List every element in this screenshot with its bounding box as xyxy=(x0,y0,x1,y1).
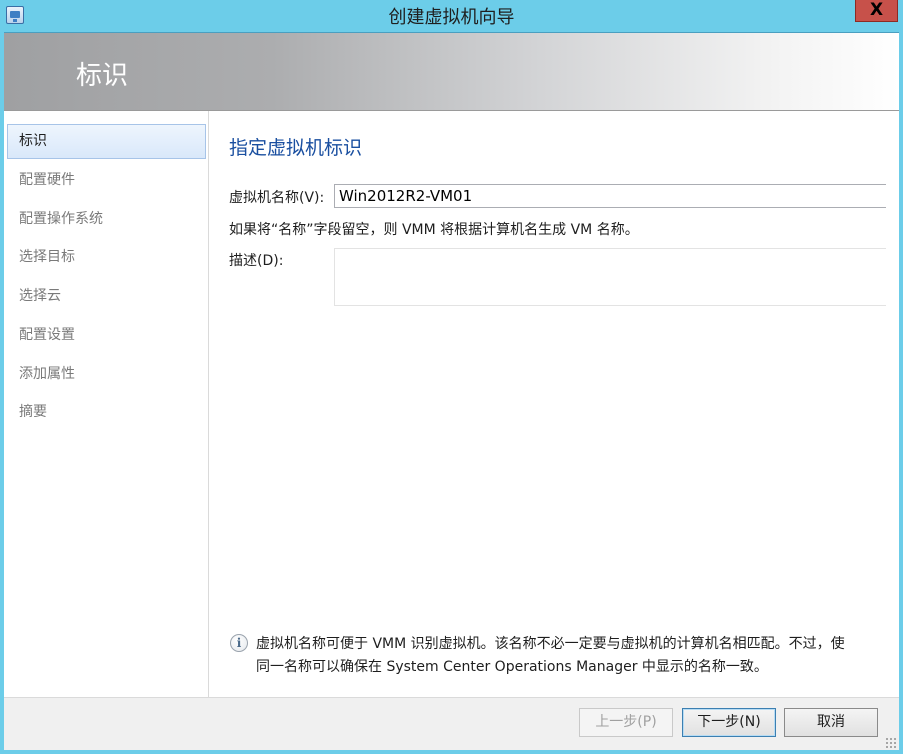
close-button[interactable]: X xyxy=(855,0,898,22)
wizard-footer: 上一步(P) 下一步(N) 取消 xyxy=(4,697,899,750)
vm-name-hint: 如果将“名称”字段留空，则 VMM 将根据计算机名生成 VM 名称。 xyxy=(229,222,639,238)
wizard-content: 指定虚拟机标识 虚拟机名称(V): 如果将“名称”字段留空，则 VMM 将根据计… xyxy=(209,111,899,697)
step-configure-os[interactable]: 配置操作系统 xyxy=(7,202,206,237)
section-heading: 指定虚拟机标识 xyxy=(229,137,363,159)
back-button[interactable]: 上一步(P) xyxy=(579,708,673,737)
step-configure-settings[interactable]: 配置设置 xyxy=(7,318,206,353)
description-input[interactable] xyxy=(334,248,886,306)
wizard-banner: 标识 xyxy=(4,33,899,111)
cancel-button[interactable]: 取消 xyxy=(784,708,878,737)
info-text: 虚拟机名称可便于 VMM 识别虚拟机。该名称不必一定要与虚拟机的计算机名相匹配。… xyxy=(256,633,879,679)
vm-name-input[interactable] xyxy=(334,184,886,208)
description-label: 描述(D): xyxy=(229,253,284,269)
banner-title: 标识 xyxy=(76,61,129,91)
title-bar: 创建虚拟机向导 X xyxy=(0,0,903,32)
step-add-properties[interactable]: 添加属性 xyxy=(7,357,206,392)
step-select-destination[interactable]: 选择目标 xyxy=(7,240,206,275)
step-summary[interactable]: 摘要 xyxy=(7,395,206,430)
info-text-line: 同一名称可以确保在 System Center Operations Manag… xyxy=(256,659,768,675)
window-title: 创建虚拟机向导 xyxy=(388,7,515,28)
info-text-line: 虚拟机名称可便于 VMM 识别虚拟机。该名称不必一定要与虚拟机的计算机名相匹配。… xyxy=(256,636,845,652)
wizard-window: 标识 标识 配置硬件 配置操作系统 选择目标 选择云 配置设置 添加属性 摘要 … xyxy=(4,32,899,750)
step-configure-hardware[interactable]: 配置硬件 xyxy=(7,163,206,198)
info-icon: i xyxy=(230,634,248,652)
step-identity[interactable]: 标识 xyxy=(7,124,206,159)
vm-name-label: 虚拟机名称(V): xyxy=(229,190,325,206)
next-button[interactable]: 下一步(N) xyxy=(682,708,776,737)
resize-grip[interactable] xyxy=(885,737,897,749)
step-select-cloud[interactable]: 选择云 xyxy=(7,279,206,314)
wizard-steps-sidebar: 标识 配置硬件 配置操作系统 选择目标 选择云 配置设置 添加属性 摘要 xyxy=(4,111,209,697)
